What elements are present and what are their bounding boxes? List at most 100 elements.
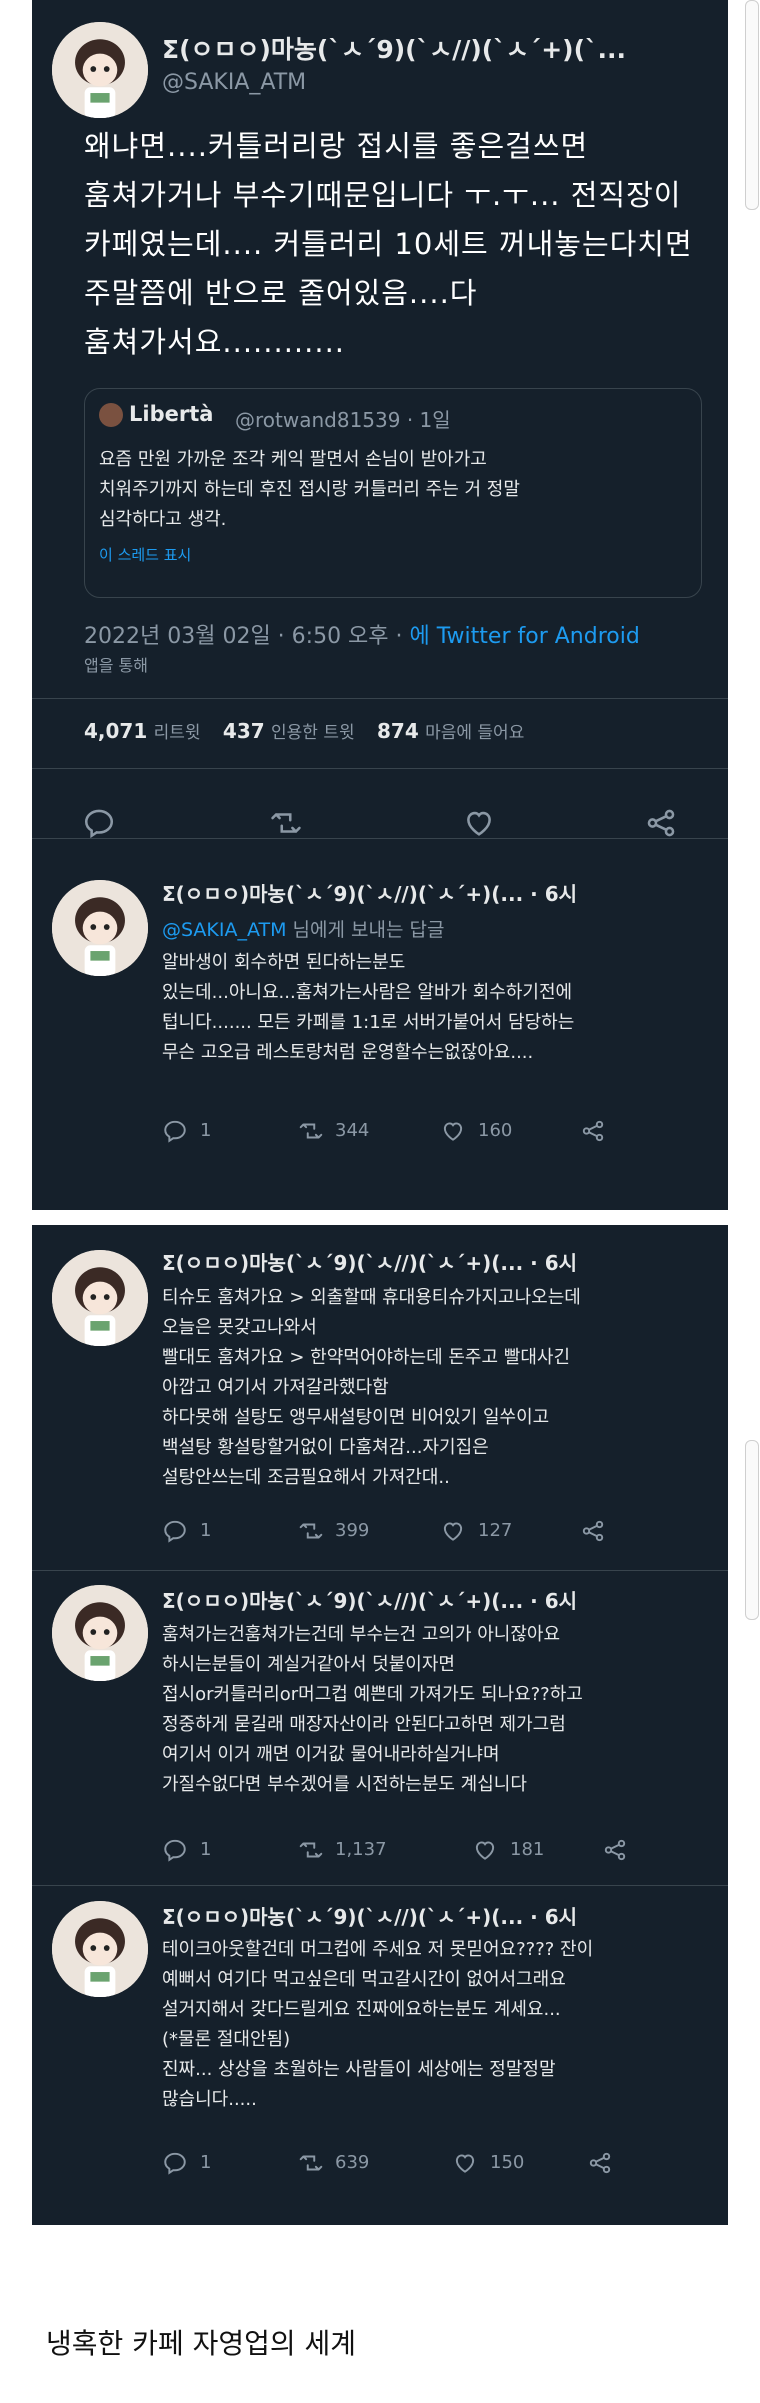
tweet-text-line: 왜냐면....커틀러리랑 접시를 좋은걸쓰면 [84,129,589,163]
share-icon[interactable] [644,806,678,840]
reply-count: 1 [200,1839,212,1860]
reply-text: 테이크아웃할건데 머그컵에 주세요 저 못믿어요???? 잔이 예뻐서 여기다 … [162,1935,722,2115]
reply-text-line: 설거지해서 갖다드릴게요 진짜에요하는분도 계세요... [162,1999,561,2020]
avatar-image [52,1585,148,1681]
reply-text-line: 티슈도 훔쳐가요 > 외출할때 휴대용티슈가지고나오는데 [162,1287,581,1308]
tweet-text-line: 훔쳐가거나 부수기때문입니다 ㅜ.ㅜ... 전직장이 [84,178,682,212]
reply-text-line: 테이크아웃할건데 머그컵에 주세요 저 못믿어요???? 잔이 [162,1939,594,1960]
reply-text: 훔쳐가는건훔쳐가는건데 부수는건 고의가 아니잖아요 하시는분들이 계실거같아서… [162,1620,722,1800]
reply-icon[interactable] [162,1837,188,1863]
quote-label[interactable]: 인용한 트윗 [271,723,355,743]
author-handle[interactable]: @SAKIA_ATM [162,70,306,95]
scrollbar-thumb-mid[interactable] [745,1440,759,1620]
reply-icon[interactable] [162,2150,188,2176]
reply-text-line: 설탕안쓰는데 조금필요해서 가져간대.. [162,1467,450,1488]
avatar-image [52,880,148,976]
reply-icon[interactable] [162,1118,188,1144]
reply-panel: Σ(ㅇㅁㅇ)마농(`ㅅ´9)(`ㅅ//)(`ㅅ´+)(... · 6시 @SAK… [32,840,728,1210]
reply-author-name[interactable]: Σ(ㅇㅁㅇ)마농(`ㅅ´9)(`ㅅ//)(`ㅅ´+)(... · 6시 [162,1247,710,1276]
reply-count: 1 [200,1120,212,1141]
reply-text-line: 여기서 이거 깨면 이거값 물어내라하실거냐며 [162,1744,500,1765]
quoted-text: 요즘 만원 가까운 조각 케익 팔면서 손님이 받아가고 치워주기까지 하는데 … [99,445,689,535]
tweet-text: 왜냐면....커틀러리랑 접시를 좋은걸쓰면 훔쳐가거나 부수기때문입니다 ㅜ.… [84,122,724,367]
divider [32,1885,728,1886]
reply-text-line: 진짜... 상상을 초월하는 사람들이 세상에는 정말정말 [162,2059,556,2080]
divider [32,838,728,839]
mention-link[interactable]: @SAKIA_ATM [162,919,287,941]
reply-text-line: 훔쳐가는건훔쳐가는건데 부수는건 고의가 아니잖아요 [162,1624,561,1645]
share-icon[interactable] [580,1118,606,1144]
replies-panel: Σ(ㅇㅁㅇ)마농(`ㅅ´9)(`ㅅ//)(`ㅅ´+)(... · 6시 티슈도 … [32,1225,728,2225]
quoted-author-name: Libertà [129,402,214,426]
reply-text-line: 하시는분들이 계실거같아서 덧붙이자면 [162,1654,455,1675]
like-icon[interactable] [472,1837,498,1863]
like-icon[interactable] [462,806,496,840]
like-count: 181 [510,1839,545,1860]
reply-text-line: 예뻐서 여기다 먹고싶은데 먹고갈시간이 없어서그래요 [162,1969,566,1990]
avatar-image [52,22,148,118]
avatar[interactable] [52,1585,148,1681]
tweet-source-suffix: 앱을 통해 [84,656,148,675]
tweet-meta: 2022년 03월 02일 · 6:50 오후 · 에 Twitter for … [84,618,640,650]
share-icon[interactable] [587,2150,613,2176]
retweet-count: 639 [335,2152,370,2173]
tweet-text-line: 카페였는데.... 커틀러리 10세트 꺼내놓는다치면 [84,227,693,261]
reply-author-name[interactable]: Σ(ㅇㅁㅇ)마농(`ㅅ´9)(`ㅅ//)(`ㅅ´+)(... · 6시 [162,1585,710,1614]
retweet-count: 1,137 [335,1839,387,1860]
like-count: 160 [478,1120,513,1141]
avatar[interactable] [52,1901,148,1997]
reply-text-line: (*물론 절대안됨) [162,2029,291,2050]
retweet-count[interactable]: 4,071 [84,719,147,743]
tweet-timestamp[interactable]: 2022년 03월 02일 · 6:50 오후 · [84,624,410,649]
tweet-text-line: 훔쳐가서요............ [84,325,346,359]
avatar[interactable] [52,1250,148,1346]
reply-text-line: 아깝고 여기서 가져갈라했다함 [162,1377,389,1398]
reply-text-line: 빨대도 훔쳐가요 > 한약먹어야하는데 돈주고 빨대사긴 [162,1347,571,1368]
tweet-text-line: 주말쯤에 반으로 줄어있음....다 [84,276,478,310]
quoted-text-line: 심각하다고 생각. [99,509,227,530]
quoted-tweet[interactable]: Libertà @rotwand81539 · 1일 요즘 만원 가까운 조각 … [84,388,702,598]
reply-text-line: 오늘은 못갖고나와서 [162,1317,317,1338]
show-thread-link[interactable]: 이 스레드 표시 [99,544,191,565]
main-tweet-panel: Σ(ㅇㅁㅇ)마농(`ㅅ´9)(`ㅅ//)(`ㅅ´+)(`... @SAKIA_A… [32,0,728,840]
like-count[interactable]: 874 [377,719,419,743]
author-name[interactable]: Σ(ㅇㅁㅇ)마농(`ㅅ´9)(`ㅅ//)(`ㅅ´+)(`... [162,30,662,66]
retweet-label[interactable]: 리트윗 [154,723,201,743]
quote-count[interactable]: 437 [223,719,265,743]
mention-suffix: 님에게 보내는 답글 [292,919,445,941]
retweet-icon[interactable] [297,1837,325,1863]
retweet-icon[interactable] [297,1518,325,1544]
divider [32,768,728,769]
share-icon[interactable] [580,1518,606,1544]
like-icon[interactable] [440,1118,466,1144]
retweet-icon[interactable] [268,806,304,840]
divider [32,1570,728,1571]
avatar[interactable] [52,880,148,976]
reply-text-line: 가질수없다면 부수겠어를 시전하는분도 계십니다 [162,1774,527,1795]
reply-icon[interactable] [82,806,116,840]
reply-author-name[interactable]: Σ(ㅇㅁㅇ)마농(`ㅅ´9)(`ㅅ//)(`ㅅ´+)(... · 6시 [162,878,710,907]
reply-text-line: 무슨 고오급 레스토랑처럼 운영할수는없잖아요.... [162,1042,534,1063]
reply-text-line: 백설탕 황설탕할거없이 다훔쳐감...자기집은 [162,1437,489,1458]
scrollbar-thumb-top[interactable] [745,0,759,210]
retweet-icon[interactable] [297,1118,325,1144]
tweet-source-link[interactable]: 에 Twitter for Android [410,624,640,649]
reply-text-line: 많습니다..... [162,2089,257,2110]
quoted-text-line: 요즘 만원 가까운 조각 케익 팔면서 손님이 받아가고 [99,449,487,470]
share-icon[interactable] [602,1837,628,1863]
reply-icon[interactable] [162,1518,188,1544]
reply-text-line: 정중하게 묻길래 매장자산이라 안된다고하면 제가그럼 [162,1714,566,1735]
retweet-count: 344 [335,1120,370,1141]
avatar[interactable] [52,22,148,118]
reply-author-name[interactable]: Σ(ㅇㅁㅇ)마농(`ㅅ´9)(`ㅅ//)(`ㅅ´+)(... · 6시 [162,1901,710,1930]
reply-text-line: 접시or커틀러리or머그컵 예쁜데 가져가도 되나요??하고 [162,1684,583,1705]
like-icon[interactable] [440,1518,466,1544]
avatar-image [52,1250,148,1346]
reply-text-line: 있는데...아니요...훔쳐가는사람은 알바가 회수하기전에 [162,982,573,1003]
like-icon[interactable] [452,2150,478,2176]
like-count: 127 [478,1520,513,1541]
avatar-image [52,1901,148,1997]
retweet-icon[interactable] [297,2150,325,2176]
reply-text: 알바생이 회수하면 된다하는분도 있는데...아니요...훔쳐가는사람은 알바가… [162,948,722,1068]
like-label[interactable]: 마음에 들어요 [425,723,524,743]
